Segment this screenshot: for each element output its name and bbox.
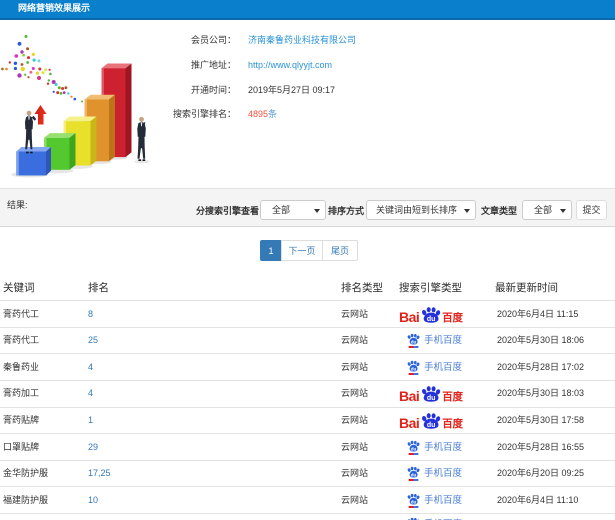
svg-text:du: du	[427, 395, 436, 402]
svg-text:du: du	[427, 315, 436, 322]
svg-text:du: du	[411, 339, 417, 344]
svg-text:du: du	[411, 446, 417, 451]
svg-text:du: du	[427, 422, 436, 429]
svg-text:du: du	[411, 499, 417, 504]
svg-text:du: du	[411, 366, 417, 371]
svg-text:du: du	[411, 472, 417, 477]
